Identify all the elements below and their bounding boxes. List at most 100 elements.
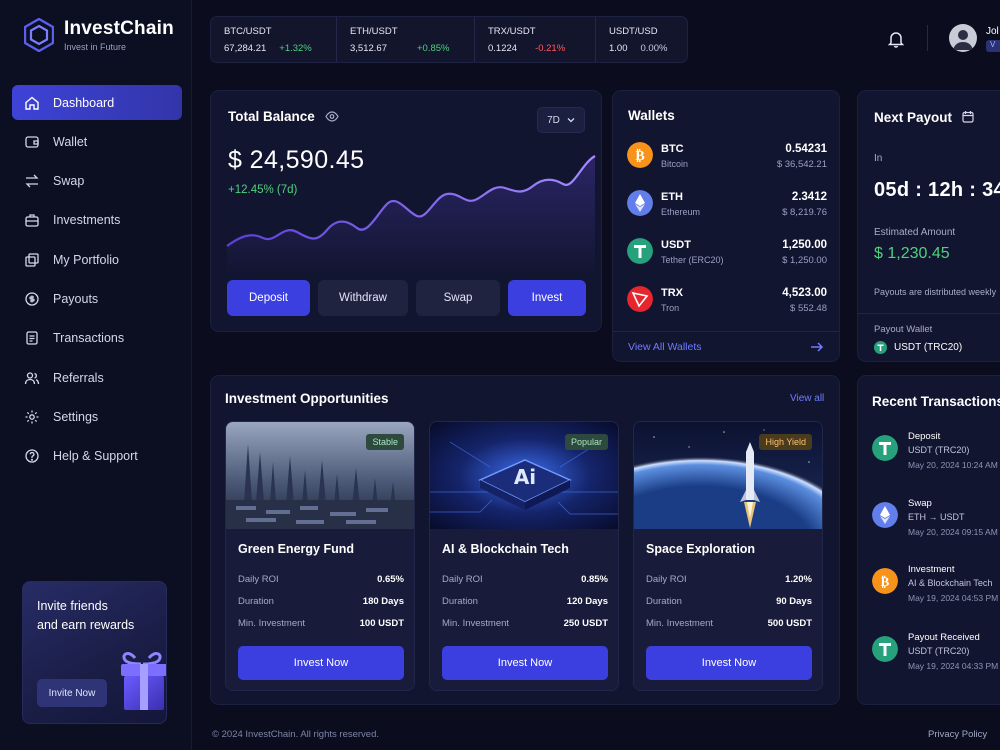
wallet-symbol: ETH [661,191,683,203]
ticker-change: 0.00% [640,43,668,54]
sidebar-item-label: Help & Support [53,449,138,464]
ticker-change: +0.85% [416,43,450,54]
sidebar-item-settings[interactable]: Settings [12,399,182,434]
user-icon [953,30,973,50]
card-min-label: Min. Investment [238,618,306,629]
investment-opportunities-panel: Investment Opportunities View all Stable… [210,375,840,705]
brand-name: InvestChain [64,18,174,39]
ticker-item-usdt[interactable]: USDT/USD 1.00 0.00% [596,17,687,62]
invite-now-button[interactable]: Invite Now [37,679,107,707]
sidebar-item-wallet[interactable]: Wallet [12,124,182,159]
sidebar-item-help[interactable]: Help & Support [12,439,182,474]
ticker-item-btc[interactable]: BTC/USDT 67,284.21 +1.32% [211,17,337,62]
wallet-usd: $ 8,219.76 [782,207,827,218]
wallet-usd: $ 1,250.00 [782,255,827,266]
opportunities-title: Investment Opportunities [225,391,389,406]
sidebar-item-swap[interactable]: Swap [12,164,182,199]
ticker-change: +1.32% [279,43,312,54]
view-all-wallets-link[interactable]: View All Wallets [628,341,702,353]
svg-text:₿: ₿ [881,575,890,590]
wallets-panel: Wallets ₿ BTC Bitcoin 0.54231 $ 36,542.2… [612,90,840,362]
sidebar-item-investments[interactable]: Investments [12,203,182,238]
ticker-item-eth[interactable]: ETH/USDT 3,512.67 +0.85% [337,17,475,62]
ticker-pair: BTC/USDT [224,26,272,37]
withdraw-button[interactable]: Withdraw [318,280,408,316]
card-roi-row: Daily ROI 1.20% [646,574,812,585]
sidebar-item-label: Investments [53,213,121,228]
privacy-policy-link[interactable]: Privacy Policy [928,729,987,740]
sidebar-item-referrals[interactable]: Referrals [12,360,182,395]
transaction-item[interactable]: Deposit USDT (TRC20) May 20, 2024 10:24 … [872,431,1000,483]
sidebar-item-transactions[interactable]: Transactions [12,321,182,356]
gear-icon [25,410,39,424]
sidebar-item-portfolio[interactable]: My Portfolio [12,242,182,277]
range-select[interactable]: 7D [537,107,585,133]
card-title: Space Exploration [646,542,756,556]
card-min: 250 USDT [563,618,608,629]
recent-title: Recent Transactions [872,394,1000,409]
card-duration: 90 Days [776,596,812,607]
card-min: 100 USDT [359,618,404,629]
transaction-type: Swap [908,498,932,509]
deposit-button[interactable]: Deposit [227,280,310,316]
transaction-type: Payout Received [908,632,980,643]
card-roi-row: Daily ROI 0.85% [442,574,608,585]
users-icon [24,371,40,384]
wallet-row-trx[interactable]: TRX Tron 4,523.00 $ 552.48 [627,281,827,321]
ethereum-icon [627,190,653,216]
invest-button[interactable]: Invest [508,280,586,316]
investment-card-green-energy[interactable]: Stable Green Energy Fund Daily ROI 0.65% … [225,421,415,691]
logo-icon [24,18,54,52]
bitcoin-icon: ₿ [627,142,653,168]
transaction-detail: USDT (TRC20) [908,646,970,656]
transaction-item[interactable]: ₿ Investment AI & Blockchain Tech May 19… [872,564,1000,616]
ticker-price: 3,512.67 [350,43,387,54]
transaction-item[interactable]: Payout Received USDT (TRC20) May 19, 202… [872,632,1000,684]
sidebar-item-label: Transactions [53,331,125,346]
user-name[interactable]: Jol [986,26,999,37]
wallet-symbol: BTC [661,143,684,155]
card-roi: 1.20% [785,574,812,585]
eye-icon[interactable] [325,111,339,122]
ticker-change: -0.21% [535,43,566,54]
ticker-price: 0.1224 [488,43,518,54]
sidebar-item-dashboard[interactable]: Dashboard [12,85,182,120]
invest-now-button[interactable]: Invest Now [442,646,608,680]
card-duration-label: Duration [238,596,274,607]
wallet-row-btc[interactable]: ₿ BTC Bitcoin 0.54231 $ 36,542.21 [627,137,827,177]
svg-text:₿: ₿ [635,148,644,164]
wallet-name: Tron [661,303,680,313]
card-duration-row: Duration 120 Days [442,596,608,607]
wallet-row-eth[interactable]: ETH Ethereum 2.3412 $ 8,219.76 [627,185,827,225]
chevron-down-icon [567,118,575,123]
card-title: Green Energy Fund [238,542,354,556]
swap-button[interactable]: Swap [416,280,500,316]
investment-card-ai-blockchain[interactable]: Ai Popular AI & Blockchain Tech Daily RO… [429,421,619,691]
transaction-detail: ETH → USDT [908,512,965,522]
payout-wallet-label: Payout Wallet [874,324,933,335]
view-all-link[interactable]: View all [790,393,824,404]
recent-transactions-panel: Recent Transactions Deposit USDT (TRC20)… [857,375,1000,705]
tether-icon [872,636,898,662]
avatar[interactable] [949,24,977,52]
sidebar-item-label: Referrals [53,370,104,385]
invest-now-button[interactable]: Invest Now [238,646,404,680]
sidebar-item-label: Swap [53,174,85,189]
investment-card-space[interactable]: High Yield Space Exploration Daily ROI 1.… [633,421,823,691]
brand[interactable]: InvestChain Invest in Future [24,18,174,52]
invest-now-button[interactable]: Invest Now [646,646,812,680]
ticker-item-trx[interactable]: TRX/USDT 0.1224 -0.21% [475,17,596,62]
arrow-right-icon[interactable] [810,341,824,353]
swap-icon [25,174,39,188]
transaction-item[interactable]: Swap ETH → USDT May 20, 2024 09:15 AM [872,498,1000,550]
sidebar-item-payouts[interactable]: Payouts [12,281,182,316]
card-duration: 120 Days [566,596,608,607]
transaction-date: May 19, 2024 04:53 PM [908,593,999,603]
price-ticker: BTC/USDT 67,284.21 +1.32% ETH/USDT 3,512… [210,16,688,63]
calendar-icon[interactable] [962,110,974,123]
sidebar-nav: Dashboard Wallet Swap Investments My Por… [12,85,182,478]
wallets-title: Wallets [628,108,675,123]
bell-icon[interactable] [888,30,904,48]
next-payout-panel: Next Payout In 05d : 12h : 34m Estimated… [857,90,1000,362]
wallet-row-usdt[interactable]: USDT Tether (ERC20) 1,250.00 $ 1,250.00 [627,233,827,273]
